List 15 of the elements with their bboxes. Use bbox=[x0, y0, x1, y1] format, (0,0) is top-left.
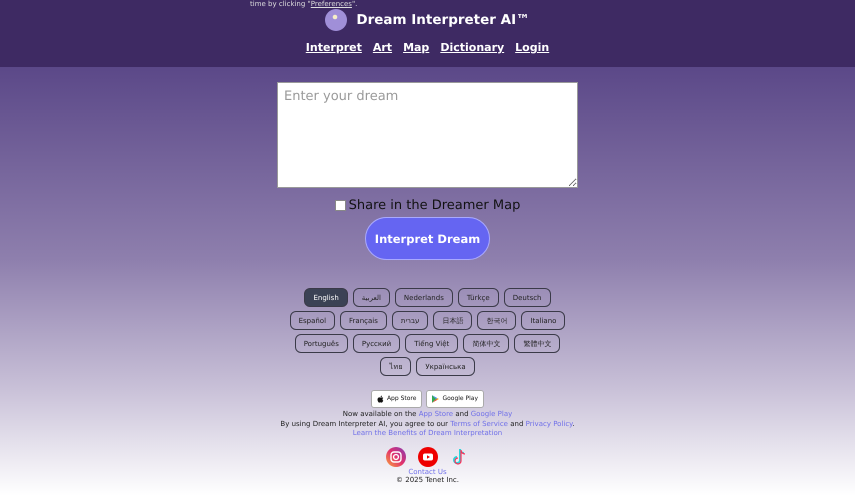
instagram-icon[interactable] bbox=[386, 447, 406, 467]
nav-link[interactable]: Interpret bbox=[306, 41, 362, 54]
nav-link[interactable]: Art bbox=[372, 41, 392, 54]
dream-input-field[interactable]: Enter your dream bbox=[277, 82, 578, 188]
moon-logo-icon bbox=[325, 9, 348, 31]
nav-link[interactable]: Login bbox=[515, 41, 550, 54]
site-title: Dream Interpreter AI™ bbox=[356, 12, 530, 28]
nav-link[interactable]: Map bbox=[403, 41, 430, 54]
share-label: Share in the Dreamer Map bbox=[348, 198, 520, 213]
youtube-icon[interactable] bbox=[418, 447, 438, 467]
play-icon bbox=[432, 395, 440, 403]
interpret-button[interactable]: Interpret Dream bbox=[365, 217, 490, 260]
nav-link[interactable]: Dictionary bbox=[440, 41, 504, 54]
share-checkbox[interactable] bbox=[334, 200, 346, 211]
apple-icon bbox=[376, 395, 384, 403]
